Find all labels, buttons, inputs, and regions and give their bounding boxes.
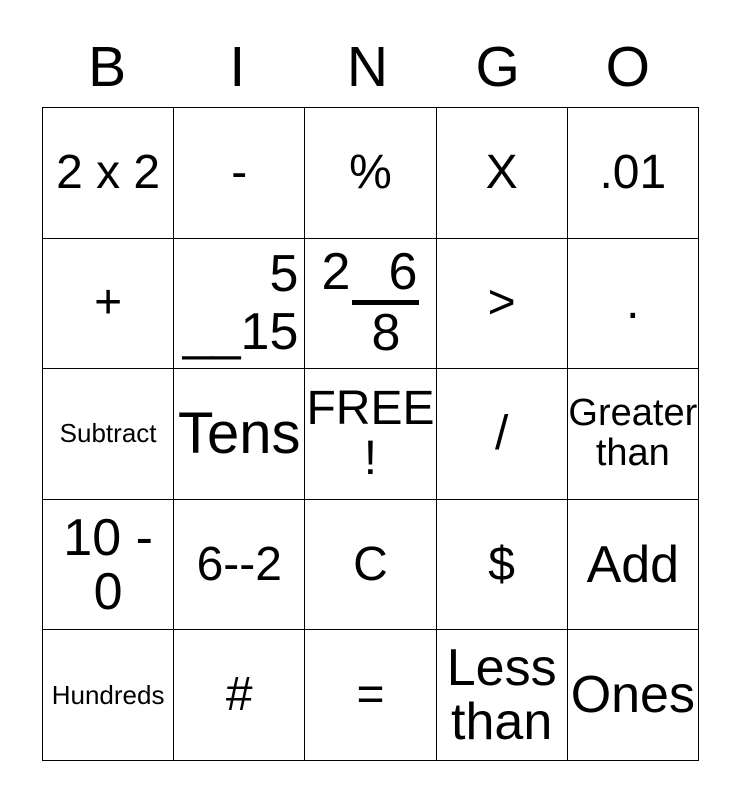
bingo-cell-text: >: [487, 276, 516, 330]
bingo-cell-b1[interactable]: 2 x 2: [41, 107, 175, 239]
bingo-cell-text-line2: than: [451, 693, 553, 752]
bingo-cell-text: =: [356, 668, 385, 722]
bingo-cell-g3[interactable]: /: [435, 368, 568, 500]
bingo-header-row: B I N G O: [42, 28, 693, 107]
bingo-cell-numerator: 6: [388, 243, 418, 302]
bingo-cell-text: Tens: [178, 400, 301, 466]
bingo-cell-text: Subtract: [59, 418, 157, 449]
bingo-cell-text-line2: than: [595, 431, 670, 474]
bingo-cell-mixed-number: 2 6 8: [306, 243, 435, 363]
bingo-cell-i5[interactable]: #: [173, 629, 306, 761]
bingo-cell-text: .01: [599, 145, 667, 199]
bingo-cell-text: +: [94, 276, 123, 330]
bingo-cell-text: .: [626, 276, 640, 330]
bingo-cell-text: C: [353, 537, 388, 591]
bingo-row: + 5 __15 2 6 8 > .: [41, 237, 699, 370]
bingo-cell-denominator: 8: [371, 304, 401, 363]
bingo-cell-fraction: 6 8: [352, 243, 420, 363]
bingo-cell-text: 10 - 0: [44, 508, 173, 621]
bingo-cell-text-line1: Greater: [568, 392, 698, 435]
bingo-row: 10 - 0 6--2 C $ Add: [41, 498, 699, 631]
bingo-cell-n2[interactable]: 2 6 8: [304, 237, 437, 370]
bingo-cell-g2[interactable]: >: [435, 237, 568, 370]
bingo-cell-n5[interactable]: =: [304, 629, 437, 761]
bingo-cell-text: Ones: [570, 666, 695, 725]
bingo-cell-g4[interactable]: $: [435, 498, 568, 631]
bingo-cell-text: 6--2: [196, 537, 282, 591]
bingo-cell-n3-free-space[interactable]: FREE!: [304, 368, 437, 500]
bingo-cell-i3[interactable]: Tens: [173, 368, 306, 500]
bingo-cell-text: Add: [586, 535, 680, 594]
bingo-cell-text: FREE!: [306, 382, 435, 485]
bingo-card: B I N G O 2 x 2 - % X .01 + 5 __15 2 6 8…: [0, 0, 736, 800]
bingo-cell-text: /: [494, 407, 509, 461]
bingo-header-letter-g: G: [475, 35, 520, 99]
bingo-grid: 2 x 2 - % X .01 + 5 __15 2 6 8 > . Subtr…: [41, 107, 699, 761]
bingo-cell-n1[interactable]: %: [304, 107, 437, 239]
bingo-cell-o1[interactable]: .01: [566, 107, 699, 239]
bingo-row: 2 x 2 - % X .01: [41, 107, 699, 239]
bingo-header-letter-o: O: [605, 35, 651, 99]
bingo-cell-text: #: [225, 668, 253, 722]
bingo-cell-o4[interactable]: Add: [566, 498, 699, 631]
bingo-cell-text-line1: Less: [446, 639, 557, 698]
bingo-cell-b3[interactable]: Subtract: [41, 368, 175, 500]
bingo-cell-text: -: [231, 145, 248, 199]
bingo-header-letter-b: B: [88, 35, 127, 99]
bingo-cell-i2[interactable]: 5 __15: [173, 237, 306, 370]
bingo-cell-text-line1: 10 -: [63, 508, 153, 567]
bingo-cell-text: X: [485, 145, 518, 199]
bingo-cell-b4[interactable]: 10 - 0: [41, 498, 175, 631]
bingo-cell-b5[interactable]: Hundreds: [41, 629, 175, 761]
bingo-cell-text: $: [488, 537, 515, 591]
bingo-cell-g5[interactable]: Less than: [435, 629, 568, 761]
bingo-header-letter-i: I: [229, 35, 246, 99]
bingo-cell-o5[interactable]: Ones: [566, 629, 699, 761]
bingo-cell-i4[interactable]: 6--2: [173, 498, 306, 631]
bingo-row: Hundreds # = Less than Ones: [41, 629, 699, 761]
bingo-cell-whole-number: 2: [321, 243, 351, 302]
bingo-cell-fraction-blank: 5 __15: [175, 245, 304, 362]
bingo-cell-text: %: [349, 145, 392, 199]
bingo-cell-n4[interactable]: C: [304, 498, 437, 631]
bingo-cell-text: Less than: [437, 639, 566, 752]
bingo-cell-text: Greater than: [568, 392, 698, 474]
bingo-cell-o3[interactable]: Greater than: [566, 368, 699, 500]
bingo-cell-text-line2: 0: [93, 562, 123, 621]
bingo-cell-text-line2: __15: [182, 303, 299, 362]
bingo-cell-g1[interactable]: X: [435, 107, 568, 239]
bingo-cell-text: 2 x 2: [56, 145, 161, 199]
bingo-cell-text: Hundreds: [51, 679, 165, 710]
bingo-cell-o2[interactable]: .: [566, 237, 699, 370]
bingo-header-letter-n: N: [346, 35, 389, 99]
bingo-cell-b2[interactable]: +: [41, 237, 175, 370]
bingo-row: Subtract Tens FREE! / Greater than: [41, 368, 699, 500]
bingo-cell-text-line1: 5: [269, 245, 299, 304]
bingo-cell-i1[interactable]: -: [173, 107, 306, 239]
